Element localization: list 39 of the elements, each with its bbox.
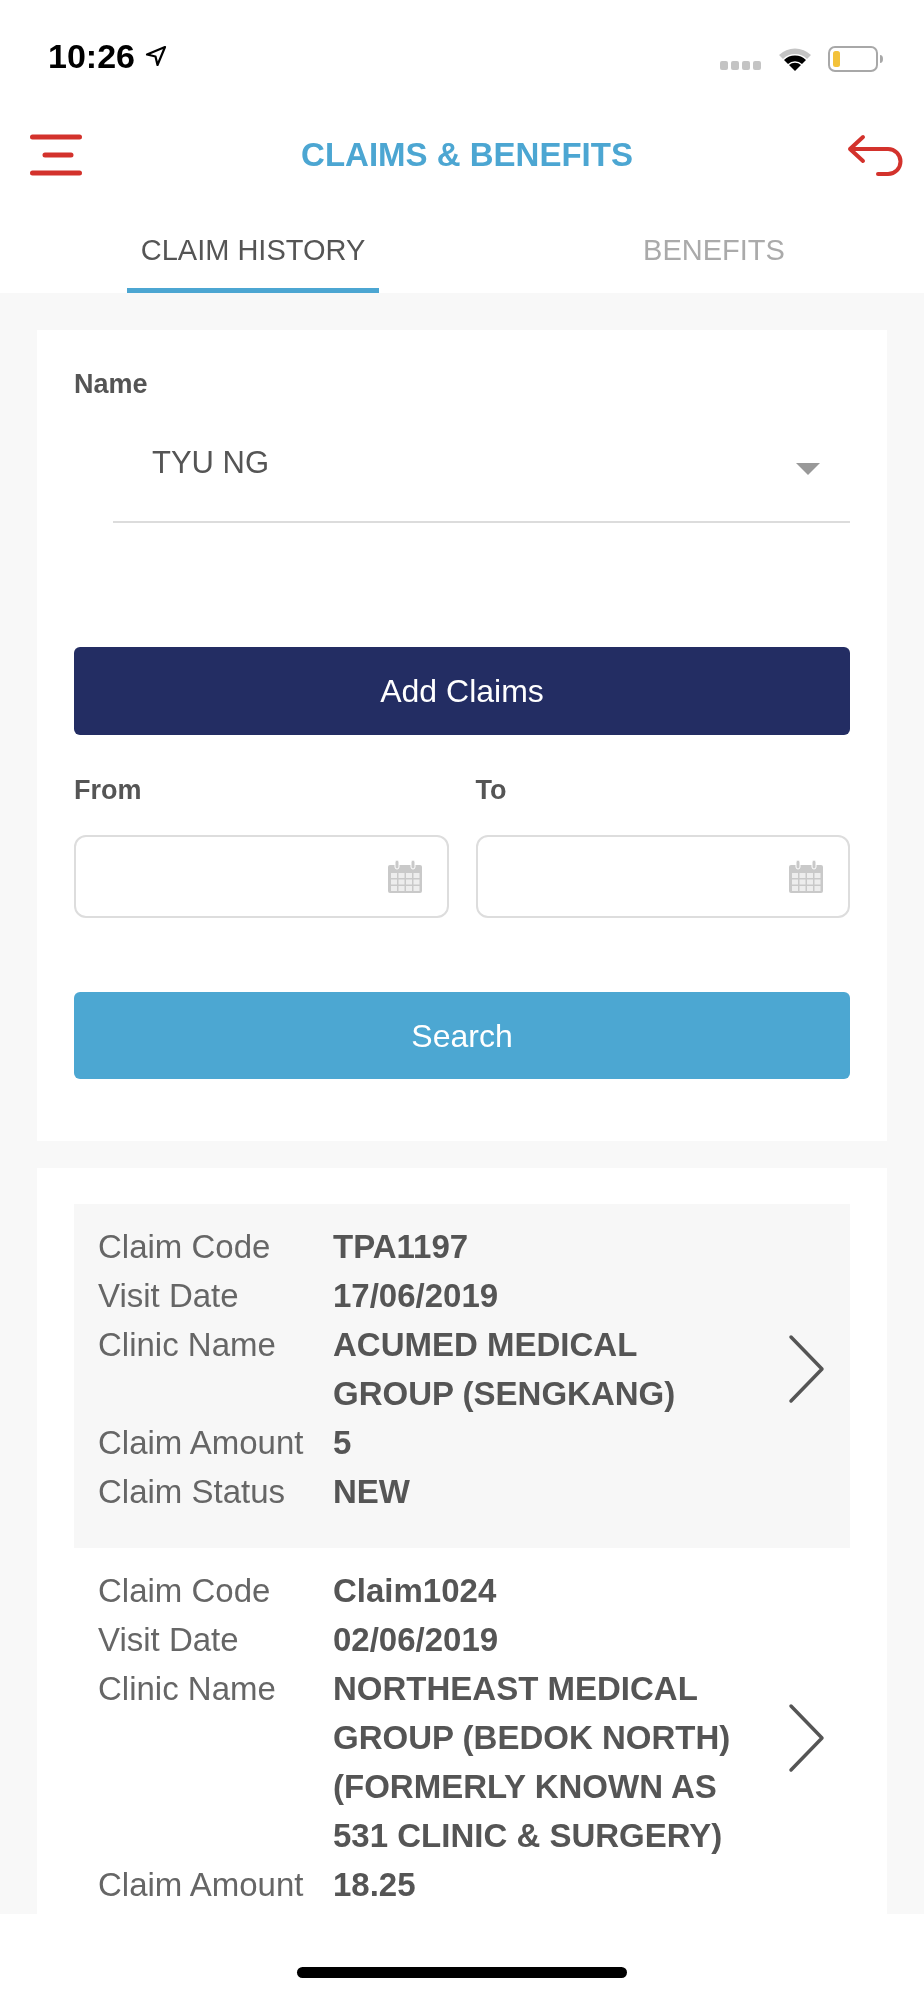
page-title: CLAIMS & BENEFITS bbox=[301, 135, 633, 175]
claim-field-value: 17/06/2019 bbox=[333, 1276, 500, 1316]
claim-field-label: Clinic Name bbox=[98, 1669, 277, 1709]
name-dropdown[interactable]: TYU NG bbox=[113, 405, 850, 523]
claim-field-value: Claim1024 bbox=[333, 1571, 498, 1611]
caret-icon bbox=[796, 463, 820, 475]
claim-field-value: TPA1197 bbox=[333, 1227, 470, 1267]
signal-icon bbox=[720, 61, 762, 70]
claim-field-label: Claim Amount bbox=[98, 1423, 305, 1463]
location-arrow-icon bbox=[144, 45, 167, 67]
claim-field-label: Claim Amount bbox=[98, 1865, 305, 1905]
menu-icon[interactable] bbox=[30, 134, 82, 176]
field-label: From bbox=[74, 775, 143, 805]
claim-field-value: 02/06/2019 bbox=[333, 1620, 500, 1660]
add-claims-button[interactable]: Add Claims bbox=[74, 647, 850, 735]
date-field[interactable] bbox=[74, 835, 449, 918]
chevron-right-icon bbox=[788, 1334, 825, 1404]
field-label: To bbox=[475, 775, 508, 805]
claim-field-label: Visit Date bbox=[98, 1620, 240, 1660]
calendar-icon bbox=[386, 859, 423, 894]
claim-field-value: 18.25 bbox=[333, 1865, 417, 1905]
chevron-right-icon bbox=[788, 1702, 825, 1773]
battery-icon bbox=[828, 46, 884, 72]
claim-field-label: Clinic Name bbox=[98, 1325, 277, 1365]
claim-field-value: NORTHEAST MEDICAL GROUP (BEDOK NORTH) (FORMERLY KNOWN AS 531 CLINIC & SURGERY) bbox=[333, 1669, 732, 1856]
claim-field-value: 5 bbox=[333, 1423, 353, 1463]
claim-item[interactable]: Claim Code TPA1197 Visit Date 17/06/2019 Clinic Name ACUMED MEDICAL GROUP (SENGKANG) Claim Amount 5 Claim Status NEW bbox=[74, 1204, 850, 1548]
wifi-icon bbox=[778, 47, 812, 71]
claim-field-label: Claim Code bbox=[98, 1571, 272, 1611]
claim-field-label: Claim Code bbox=[98, 1227, 272, 1267]
claim-field-value: ACUMED MEDICAL GROUP (SENGKANG) bbox=[333, 1325, 677, 1414]
status-time: 10:26 bbox=[48, 36, 135, 76]
back-icon[interactable] bbox=[846, 134, 904, 176]
claim-field-label: Claim Status bbox=[98, 1472, 287, 1512]
calendar-icon bbox=[788, 859, 824, 894]
field-label: Name bbox=[74, 369, 149, 399]
date-field[interactable] bbox=[475, 835, 850, 918]
claim-field-value: NEW bbox=[333, 1472, 411, 1512]
claim-field-label: Visit Date bbox=[98, 1276, 240, 1316]
